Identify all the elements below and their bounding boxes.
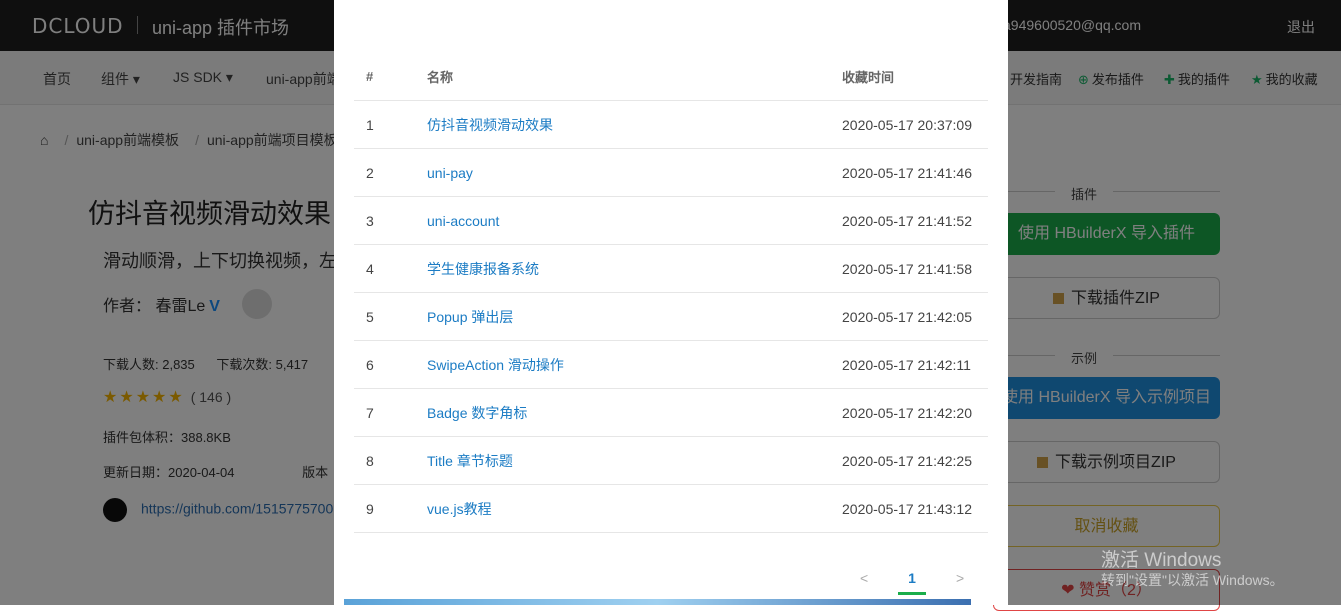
row-name-cell: SwipeAction 滑动操作 xyxy=(427,340,842,389)
row-favorite-time: 2020-05-17 21:41:46 xyxy=(842,148,988,197)
row-favorite-time: 2020-05-17 21:42:11 xyxy=(842,340,988,389)
windows-watermark-title: 激活 Windows xyxy=(1101,550,1222,571)
favorites-table: # 名称 收藏时间 1 仿抖音视频滑动效果 2020-05-17 20:37:09 2… xyxy=(354,52,988,533)
row-favorite-time: 2020-05-17 20:37:09 xyxy=(842,100,988,149)
current-page-indicator xyxy=(898,592,926,595)
row-favorite-time: 2020-05-17 21:41:52 xyxy=(842,196,988,245)
row-name-cell: Badge 数字角标 xyxy=(427,388,842,437)
row-number: 6 xyxy=(354,340,427,389)
pagination: < 1 > xyxy=(334,570,1008,596)
col-number: # xyxy=(354,52,427,101)
row-favorite-time: 2020-05-17 21:42:05 xyxy=(842,292,988,341)
table-row: 1 仿抖音视频滑动效果 2020-05-17 20:37:09 xyxy=(354,100,988,149)
table-row: 2 uni-pay 2020-05-17 21:41:46 xyxy=(354,148,988,197)
windows-watermark-subtitle: 转到"设置"以激活 Windows。 xyxy=(1101,572,1284,588)
row-name-cell: uni-pay xyxy=(427,148,842,197)
row-number: 3 xyxy=(354,196,427,245)
banner-image xyxy=(344,599,971,605)
table-row: 9 vue.js教程 2020-05-17 21:43:12 xyxy=(354,484,988,533)
plugin-link[interactable]: 学生健康报备系统 xyxy=(427,261,539,277)
plugin-link[interactable]: uni-account xyxy=(427,213,499,229)
row-name-cell: vue.js教程 xyxy=(427,484,842,533)
plugin-link[interactable]: Popup 弹出层 xyxy=(427,309,513,325)
table-row: 4 学生健康报备系统 2020-05-17 21:41:58 xyxy=(354,244,988,293)
plugin-link[interactable]: Title 章节标题 xyxy=(427,453,513,469)
prev-page-button[interactable]: < xyxy=(860,570,868,586)
row-favorite-time: 2020-05-17 21:42:20 xyxy=(842,388,988,437)
row-number: 8 xyxy=(354,436,427,485)
row-name-cell: Title 章节标题 xyxy=(427,436,842,485)
row-name-cell: 仿抖音视频滑动效果 xyxy=(427,100,842,149)
plugin-link[interactable]: vue.js教程 xyxy=(427,501,492,517)
row-name-cell: uni-account xyxy=(427,196,842,245)
favorites-modal: # 名称 收藏时间 1 仿抖音视频滑动效果 2020-05-17 20:37:09 2… xyxy=(334,0,1008,605)
next-page-button[interactable]: > xyxy=(956,570,964,586)
table-row: 6 SwipeAction 滑动操作 2020-05-17 21:42:11 xyxy=(354,340,988,389)
table-header-row: # 名称 收藏时间 xyxy=(354,52,988,101)
table-row: 8 Title 章节标题 2020-05-17 21:42:25 xyxy=(354,436,988,485)
table-row: 5 Popup 弹出层 2020-05-17 21:42:05 xyxy=(354,292,988,341)
table-row: 3 uni-account 2020-05-17 21:41:52 xyxy=(354,196,988,245)
row-favorite-time: 2020-05-17 21:43:12 xyxy=(842,484,988,533)
plugin-link[interactable]: Badge 数字角标 xyxy=(427,405,527,421)
row-number: 7 xyxy=(354,388,427,437)
row-name-cell: 学生健康报备系统 xyxy=(427,244,842,293)
col-name: 名称 xyxy=(427,52,842,101)
current-page[interactable]: 1 xyxy=(898,570,926,586)
row-number: 9 xyxy=(354,484,427,533)
row-number: 1 xyxy=(354,100,427,149)
plugin-link[interactable]: uni-pay xyxy=(427,165,473,181)
row-favorite-time: 2020-05-17 21:41:58 xyxy=(842,244,988,293)
row-name-cell: Popup 弹出层 xyxy=(427,292,842,341)
plugin-link[interactable]: 仿抖音视频滑动效果 xyxy=(427,117,553,133)
row-favorite-time: 2020-05-17 21:42:25 xyxy=(842,436,988,485)
row-number: 4 xyxy=(354,244,427,293)
plugin-link[interactable]: SwipeAction 滑动操作 xyxy=(427,357,564,373)
row-number: 2 xyxy=(354,148,427,197)
col-favorite-time: 收藏时间 xyxy=(842,52,988,101)
table-row: 7 Badge 数字角标 2020-05-17 21:42:20 xyxy=(354,388,988,437)
row-number: 5 xyxy=(354,292,427,341)
